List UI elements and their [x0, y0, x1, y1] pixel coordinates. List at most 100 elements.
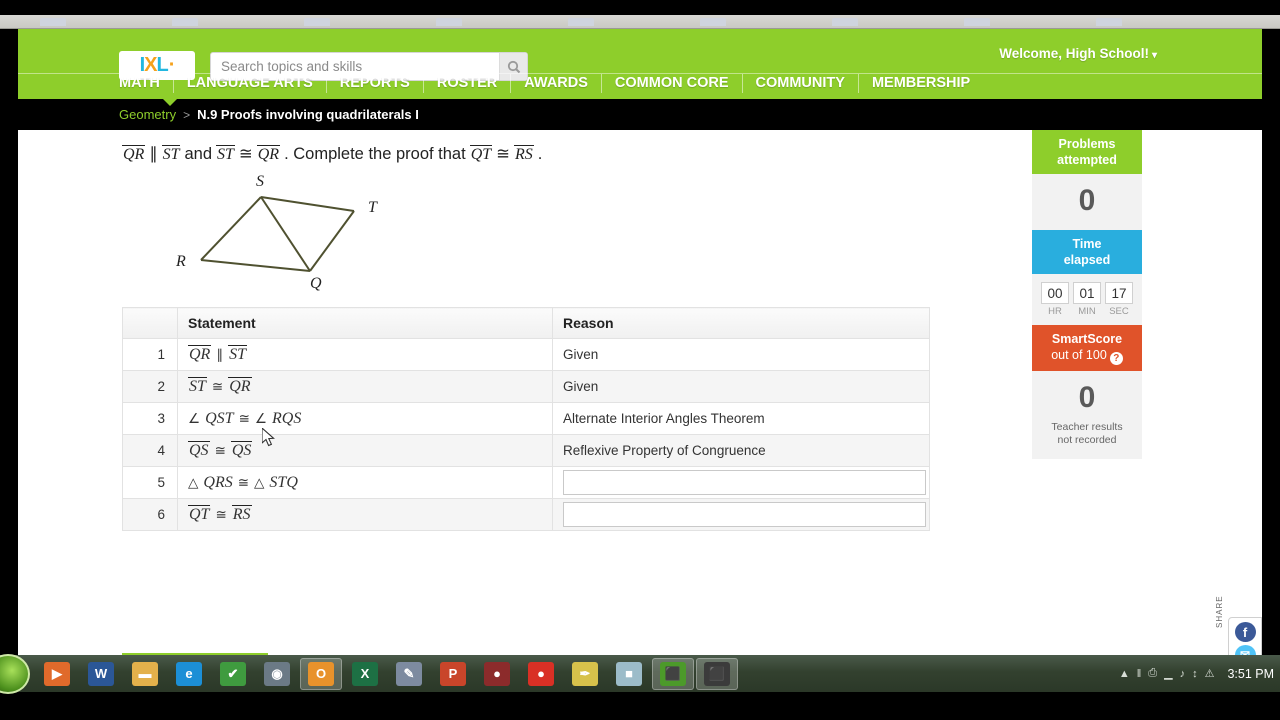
browser-tab[interactable]	[568, 18, 594, 26]
photo-viewer-icon-glyph: ■	[616, 661, 642, 686]
figure-edge-ST	[260, 196, 355, 212]
browser-tab[interactable]	[1096, 18, 1122, 26]
tray-icon-3[interactable]: ▁	[1164, 667, 1172, 680]
word-icon[interactable]: W	[80, 658, 122, 690]
chrome-icon[interactable]: ●	[520, 658, 562, 690]
excel-icon-glyph: X	[352, 661, 378, 686]
column-header-reason: Reason	[552, 307, 930, 339]
row-number: 1	[122, 338, 178, 371]
statement-cell: QS ≅ QS	[177, 434, 553, 467]
smartscore-header: SmartScore out of 100?	[1032, 325, 1142, 371]
nav-item-awards[interactable]: AWARDS	[511, 74, 602, 93]
table-row: 4 QS ≅ QS Reflexive Property of Congruence	[122, 434, 930, 467]
overline-segment: QT	[188, 504, 211, 523]
overline-segment: QS	[188, 440, 210, 459]
tray-icon-1[interactable]: ‖	[1137, 668, 1142, 680]
recorder-icon[interactable]: ●	[476, 658, 518, 690]
tray-icon-6[interactable]: ⚠	[1205, 667, 1215, 680]
browser-tab[interactable]	[304, 18, 330, 26]
smart-notebook-icon-glyph: ⬛	[660, 661, 686, 686]
statement-cell: △ QRS ≅ △ STQ	[177, 466, 553, 499]
checkmark-app-icon[interactable]: ✔	[212, 658, 254, 690]
reason-cell: Alternate Interior Angles Theorem	[552, 402, 930, 435]
table-row: 2 ST ≅ QR Given	[122, 370, 930, 403]
math-symbol: ∠	[188, 410, 201, 426]
notepad-icon[interactable]: ✎	[388, 658, 430, 690]
nav-item-roster[interactable]: ROSTER	[424, 74, 512, 93]
nav-item-reports[interactable]: REPORTS	[327, 74, 424, 93]
checkmark-app-icon-glyph: ✔	[220, 661, 246, 686]
browser-tab[interactable]	[40, 18, 66, 26]
excel-icon[interactable]: X	[344, 658, 386, 690]
browser-tab[interactable]	[700, 18, 726, 26]
browser-tab[interactable]	[172, 18, 198, 26]
math-italic: RQS	[271, 409, 302, 427]
account-menu[interactable]: Welcome, High School! ▾	[999, 46, 1157, 61]
internet-explorer-icon[interactable]: e	[168, 658, 210, 690]
sticky-notes-icon[interactable]: ✒	[564, 658, 606, 690]
chevron-down-icon: ▾	[1151, 50, 1157, 61]
smart-ink-icon[interactable]: ⬛	[696, 657, 738, 690]
math-italic: STQ	[269, 473, 298, 491]
start-button[interactable]	[0, 654, 30, 694]
math-symbol: ≅	[211, 378, 224, 394]
nav-item-membership[interactable]: MEMBERSHIP	[859, 74, 983, 93]
tray-icon-5[interactable]: ↕	[1192, 668, 1198, 680]
mouse-cursor	[262, 428, 275, 447]
browser-tab[interactable]	[964, 18, 990, 26]
nav-item-language-arts[interactable]: LANGUAGE ARTS	[174, 74, 327, 93]
timer-label-hr: HR	[1048, 306, 1062, 317]
outlook-icon[interactable]: O	[300, 657, 342, 690]
tray-icon-2[interactable]: ⎙	[1148, 667, 1157, 680]
teacher-results-note-2: not recorded	[1057, 434, 1117, 446]
row-number: 3	[122, 402, 178, 435]
statement-cell: QR ∥ ST	[177, 338, 553, 371]
smart-ink-icon-glyph: ⬛	[704, 661, 730, 686]
reason-cell[interactable]	[552, 498, 930, 531]
vertex-label-T: T	[368, 199, 378, 216]
table-row: 1 QR ∥ ST Given	[122, 338, 930, 371]
timer-label-sec: SEC	[1109, 306, 1129, 317]
statement-cell: ∠ QST ≅ ∠ RQS	[177, 402, 553, 435]
math-symbol: ≅	[238, 145, 253, 163]
smartscore-title: SmartScore	[1051, 332, 1123, 346]
tray-icon-4[interactable]: ♪	[1180, 668, 1186, 680]
browser-tab[interactable]	[436, 18, 462, 26]
photo-viewer-icon[interactable]: ■	[608, 658, 650, 690]
row-number: 6	[122, 498, 178, 531]
reason-cell: Reflexive Property of Congruence	[552, 434, 930, 467]
word-icon-glyph: W	[88, 661, 114, 686]
internet-explorer-icon-glyph: e	[176, 661, 202, 686]
search-input[interactable]: Search topics and skills	[211, 59, 499, 74]
time-elapsed-title-1: Time	[1072, 237, 1102, 251]
nav-item-common-core[interactable]: COMMON CORE	[602, 74, 743, 93]
nav-item-community[interactable]: COMMUNITY	[743, 74, 859, 93]
tray-icon-0[interactable]: ▲	[1119, 668, 1130, 680]
smart-notebook-icon[interactable]: ⬛	[652, 657, 694, 690]
nav-item-math[interactable]: MATH	[119, 74, 174, 93]
taskbar-clock[interactable]: 3:51 PM	[1221, 667, 1274, 681]
column-header-statement: Statement	[177, 307, 553, 339]
column-header-number	[122, 307, 178, 339]
browser-tab-strip[interactable]	[0, 15, 1280, 29]
breadcrumb-subject[interactable]: Geometry	[119, 107, 176, 122]
facebook-icon[interactable]: f	[1234, 622, 1256, 642]
overline-segment: QR	[228, 376, 252, 395]
timer-hours: 00	[1041, 282, 1069, 304]
reason-cell[interactable]	[552, 466, 930, 499]
reason-input[interactable]	[563, 502, 926, 527]
help-icon[interactable]: ?	[1109, 352, 1123, 365]
browser-tab[interactable]	[832, 18, 858, 26]
powerpoint-icon[interactable]: P	[432, 658, 474, 690]
math-symbol: ∥	[149, 145, 158, 163]
folder-icon[interactable]: ▬	[124, 658, 166, 690]
webcam-icon[interactable]: ◉	[256, 658, 298, 690]
folder-icon-glyph: ▬	[132, 661, 158, 686]
figure-edge-QR	[200, 259, 311, 272]
media-player-icon[interactable]: ▶	[36, 658, 78, 690]
reason-input[interactable]	[563, 470, 926, 495]
math-symbol: ≅	[237, 474, 250, 490]
powerpoint-icon-glyph: P	[440, 661, 466, 686]
webcam-icon-glyph: ◉	[264, 661, 290, 686]
table-row: 6 QT ≅ RS	[122, 498, 930, 531]
